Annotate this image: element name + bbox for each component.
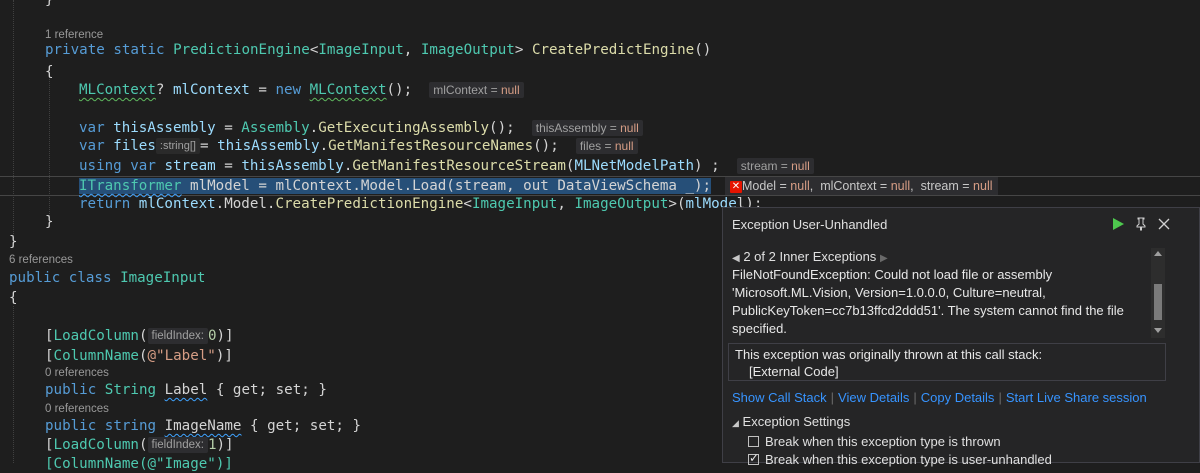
code-line-attribute[interactable]: [ColumnName(@"Image")] [45,455,233,473]
code-line-attribute[interactable]: [ColumnName(@"Label")] [45,347,233,365]
play-icon[interactable] [1108,214,1128,234]
exception-title: Exception User-Unhandled [732,217,888,232]
codelens-references[interactable]: 1 reference [45,28,103,42]
call-stack-heading: This exception was originally thrown at … [735,347,1043,362]
codelens-references[interactable]: 0 references [45,402,109,416]
code-line-attribute[interactable]: [LoadColumn(fieldIndex: 1)] [45,436,234,454]
param-hint: fieldIndex: [147,328,208,344]
inline-value-hint[interactable]: mlContext = null [429,82,524,98]
exception-settings-header[interactable]: ◢ Exception Settings [732,414,850,429]
link-separator: | [830,390,835,405]
code-line-return[interactable]: return mlContext.Model.CreatePredictionE… [79,195,762,213]
inner-exception-label: 2 of 2 Inner Exceptions [743,249,877,264]
code-line-class-decl[interactable]: public class ImageInput [9,269,205,287]
exception-links: Show Call Stack | View Details | Copy Detail… [732,390,1147,405]
start-live-share-link[interactable]: Start Live Share session [1006,390,1147,405]
scroll-thumb[interactable] [1154,284,1162,320]
break-when-unhandled-option[interactable]: Break when this exception type is user-u… [748,451,1052,467]
view-details-link[interactable]: View Details [838,390,909,405]
pin-icon[interactable] [1131,214,1151,234]
break-when-thrown-label: Break when this exception type is thrown [765,434,1001,449]
collapse-triangle-icon[interactable]: ◢ [732,418,739,428]
exception-message: FileNotFoundException: Could not load fi… [732,267,1124,336]
show-call-stack-link[interactable]: Show Call Stack [732,390,827,405]
codelens-references[interactable]: 6 references [9,253,73,267]
message-scrollbar[interactable] [1151,248,1165,338]
codelens-references[interactable]: 0 references [45,366,109,380]
param-hint: fieldIndex: [147,437,208,453]
code-line[interactable]: } [9,233,18,251]
scroll-up-icon[interactable] [1154,251,1162,256]
link-separator: | [913,390,917,405]
selection-highlight: ITransformer mlModel = mlContext.Model.L… [79,178,712,194]
code-line-property[interactable]: public string ImageName { get; set; } [45,417,361,435]
code-line-mlcontext[interactable]: MLContext? mlContext = new MLContext(); … [79,81,524,99]
chevron-right-icon[interactable]: ▶ [880,253,888,264]
code-line[interactable]: { [45,63,54,81]
code-line-files[interactable]: var files:string[] = thisAssembly.GetMani… [79,137,638,155]
inline-value-hint[interactable]: stream = null [736,158,814,174]
chevron-left-icon[interactable]: ◀ [732,253,740,264]
code-line-model-load[interactable]: ITransformer mlModel = mlContext.Model.L… [79,177,712,195]
copy-details-link[interactable]: Copy Details [921,390,995,405]
error-datatip[interactable]: ✕ Model = null, mlContext = null, stream … [725,177,998,195]
error-icon: ✕ [730,180,742,193]
inline-value-hint[interactable]: thisAssembly = null [531,120,643,136]
exception-settings-label: Exception Settings [742,414,851,429]
call-stack-frame[interactable]: [External Code] [735,363,1159,380]
close-icon[interactable] [1154,214,1174,234]
inline-value-hint[interactable]: files = null [575,138,638,154]
call-stack-box: This exception was originally thrown at … [728,343,1166,381]
inner-exception-nav[interactable]: ◀ 2 of 2 Inner Exceptions ▶ [732,249,888,264]
code-line-assembly[interactable]: var thisAssembly = Assembly.GetExecuting… [79,119,643,137]
indent-guide [13,0,14,238]
code-line[interactable]: } [45,0,54,9]
code-line-attribute[interactable]: [LoadColumn(fieldIndex: 0)] [45,327,234,345]
exception-popup[interactable]: Exception User-Unhandled ◀ 2 of 2 Inner … [722,207,1200,467]
break-when-unhandled-label: Break when this exception type is user-u… [765,452,1052,467]
type-hint: :string[] [155,138,200,154]
break-when-unhandled-checkbox[interactable] [748,451,759,465]
indent-guide [13,306,14,463]
scroll-down-icon[interactable] [1154,328,1162,333]
code-line[interactable]: } [45,213,54,231]
code-line-method-signature[interactable]: private static PredictionEngine<ImageInp… [45,41,711,59]
code-line-stream[interactable]: using var stream = thisAssembly.GetManif… [79,157,814,175]
code-line[interactable]: { [9,289,18,307]
code-line-property[interactable]: public String Label { get; set; } [45,381,327,399]
link-separator: | [998,390,1002,405]
break-when-thrown-checkbox[interactable] [748,436,759,447]
break-when-thrown-option[interactable]: Break when this exception type is thrown [748,434,1001,449]
indent-guide [49,76,50,218]
